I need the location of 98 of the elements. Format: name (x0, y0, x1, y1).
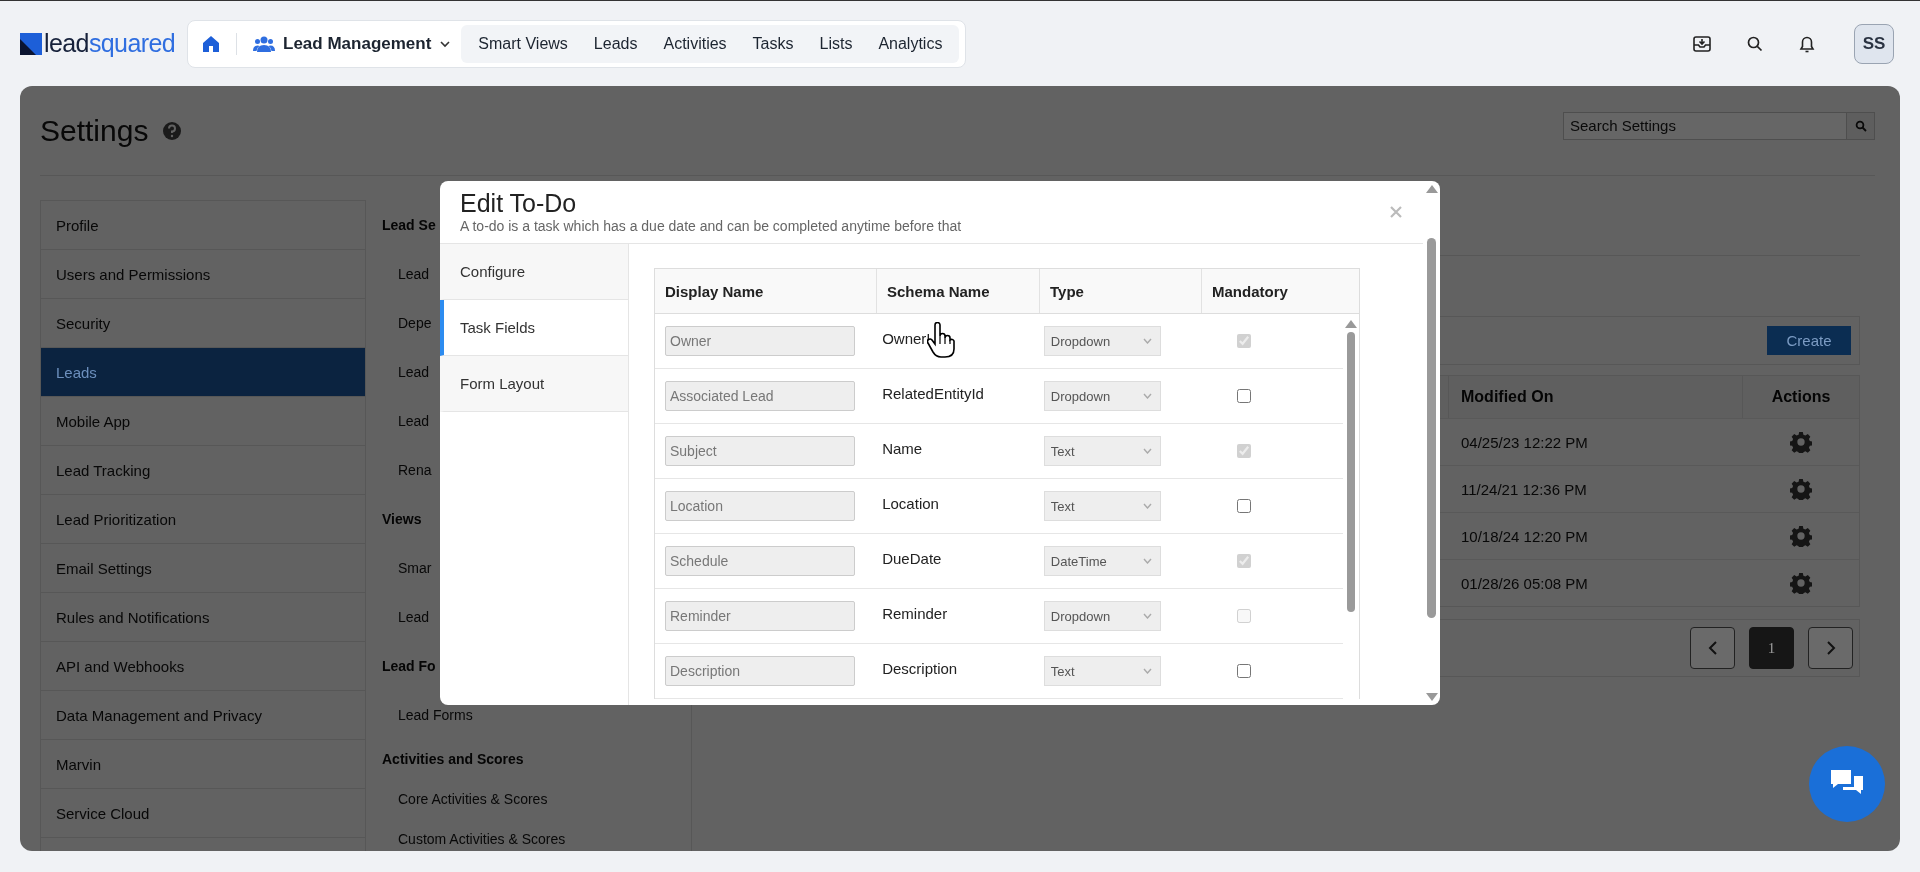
sidebar-item[interactable]: Data Management and Privacy (41, 691, 365, 740)
chevron-right-icon (1825, 641, 1836, 655)
module-dropdown[interactable]: Lead Management (245, 25, 462, 62)
home-icon (201, 33, 222, 54)
page-title: Settings (40, 113, 149, 148)
column-header: Schema Name (877, 269, 1040, 313)
type-dropdown[interactable]: Dropdown (1043, 601, 1161, 631)
gear-icon[interactable] (1790, 572, 1812, 594)
close-button[interactable] (1390, 206, 1402, 218)
table-cell: Description (882, 659, 958, 677)
caret-icon (1142, 448, 1152, 454)
caret-icon (1142, 668, 1152, 674)
section-heading: Lead Se (382, 216, 436, 233)
table-cell: OwnerI (882, 329, 931, 347)
column-header: Display Name (655, 269, 877, 313)
type-dropdown[interactable]: Text (1043, 436, 1161, 466)
table-cell: RelatedEntityId (882, 384, 984, 402)
caret-icon (1142, 393, 1152, 399)
table-cell-text: 01/28/26 05:08 PM (1460, 573, 1589, 594)
table-cell-text: 11/24/21 12:36 PM (1460, 479, 1588, 500)
search-field[interactable]: Search Settings (1563, 111, 1847, 140)
menu-link[interactable]: Smar (382, 559, 432, 576)
chevron-left-icon (1707, 641, 1718, 655)
caret-icon (1142, 613, 1152, 619)
inbox-tray-icon (1692, 33, 1712, 54)
section-heading: Views (382, 510, 422, 527)
table-cell: Location (882, 494, 939, 512)
nav-tab[interactable]: Lists (806, 24, 866, 63)
create-button[interactable]: Create (1767, 326, 1851, 355)
side-tab[interactable]: Configure (440, 244, 628, 300)
type-dropdown[interactable]: Dropdown (1043, 326, 1161, 356)
sidebar-item[interactable]: Rules and Notifications (41, 593, 365, 642)
column-header: Type (1040, 269, 1202, 313)
type-dropdown[interactable]: Dropdown (1043, 381, 1161, 411)
sidebar-item[interactable]: Lead Tracking (41, 446, 365, 495)
user-avatar[interactable]: SS (1854, 23, 1894, 64)
type-dropdown[interactable]: Text (1043, 656, 1161, 686)
column-header: Mandatory (1211, 281, 1289, 302)
sidebar-item[interactable]: Leads (41, 348, 365, 397)
sidebar-item[interactable]: API and Webhooks (41, 642, 365, 691)
column-header: Actions (1742, 376, 1859, 418)
mandatory-checkbox[interactable] (1237, 664, 1252, 678)
gear-icon[interactable] (1790, 478, 1812, 500)
sidebar-item[interactable]: Mobile App (41, 397, 365, 446)
menu-link[interactable]: Lead (382, 265, 430, 282)
search-icon (1746, 34, 1764, 53)
dialog-title: Edit To-Do (460, 189, 577, 217)
nav-tab[interactable]: Activities (650, 24, 740, 63)
nav-tab[interactable]: Tasks (739, 24, 807, 63)
caret-icon (1142, 503, 1152, 509)
nav-tab[interactable]: Smart Views (465, 24, 581, 63)
table-cell-text: 10/18/24 12:20 PM (1460, 526, 1589, 547)
page-button[interactable]: 1 (1749, 627, 1794, 669)
menu-link[interactable]: Depe (382, 314, 432, 331)
scroll-down-icon (1425, 693, 1438, 701)
table-cell: Name (882, 439, 923, 457)
sidebar-item[interactable]: Profile (41, 201, 365, 250)
scroll-up-icon (1345, 320, 1357, 328)
sidebar-item[interactable]: Lead Prioritization (41, 495, 365, 544)
side-tab[interactable]: Task Fields (440, 300, 628, 356)
search-icon (1854, 119, 1867, 132)
column-header: Modified On (1448, 376, 1742, 418)
sidebar-item[interactable]: Service Cloud (41, 789, 365, 838)
mandatory-checkbox[interactable] (1237, 389, 1252, 403)
menu-link[interactable]: Lead (382, 608, 430, 625)
gear-icon[interactable] (1790, 431, 1812, 453)
menu-link[interactable]: Lead (382, 363, 430, 380)
gear-icon[interactable] (1790, 525, 1812, 547)
nav-tab[interactable]: Analytics (865, 24, 956, 63)
section-heading: Activities and Scores (382, 751, 524, 767)
scroll-up-icon (1425, 185, 1438, 193)
people-icon (253, 34, 276, 53)
sidebar-item[interactable]: Marvin (41, 740, 365, 789)
close-icon (1390, 206, 1402, 218)
menu-link[interactable]: Lead Forms (382, 706, 473, 723)
menu-link[interactable]: Core Activities & Scores (382, 791, 548, 807)
mandatory-checkbox[interactable] (1237, 499, 1252, 513)
section-heading: Lead Fo (382, 657, 436, 674)
caret-icon (1142, 558, 1152, 564)
logo-icon (20, 32, 42, 55)
menu-link[interactable]: Rena (382, 461, 432, 478)
type-dropdown[interactable]: Text (1043, 491, 1161, 521)
table-cell: DueDate (882, 549, 942, 567)
sidebar-item[interactable]: Email Settings (41, 544, 365, 593)
side-tab[interactable]: Form Layout (440, 356, 628, 412)
table-cell: Reminder (882, 604, 948, 622)
help-icon[interactable] (162, 120, 183, 141)
menu-link[interactable]: Custom Activities & Scores (382, 831, 566, 847)
caret-icon (1142, 338, 1152, 344)
dialog-subtitle: A to-do is a task which has a due date and can be completed anytime before that (460, 217, 962, 235)
previous-page-button[interactable] (1690, 627, 1735, 669)
sidebar-item[interactable]: Users and Permissions (41, 250, 365, 299)
menu-link[interactable]: Lead (382, 412, 430, 429)
type-dropdown[interactable]: DateTime (1043, 546, 1161, 576)
next-page-button[interactable] (1808, 627, 1853, 669)
brand-name: leadsquared (44, 29, 176, 58)
nav-tab[interactable]: Leads (580, 24, 651, 63)
table-cell-text: 04/25/23 12:22 PM (1460, 432, 1589, 453)
